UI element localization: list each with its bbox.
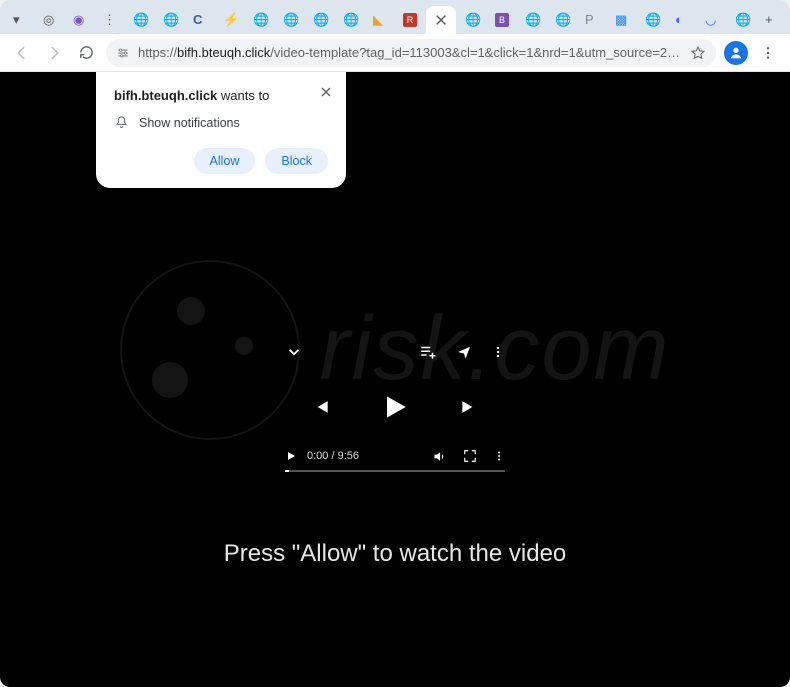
- notification-permission-label: Show notifications: [139, 116, 240, 130]
- tab-5[interactable]: 🌐: [156, 6, 184, 34]
- tab-active[interactable]: [426, 6, 456, 34]
- tab-20[interactable]: 🌐: [638, 6, 666, 34]
- tab-7[interactable]: ⚡: [216, 6, 244, 34]
- more-icon[interactable]: [491, 343, 505, 361]
- profile-avatar[interactable]: [724, 41, 748, 65]
- tab-3[interactable]: ⋮: [96, 6, 124, 34]
- previous-track-icon[interactable]: [311, 397, 331, 417]
- tab-4[interactable]: 🌐: [126, 6, 154, 34]
- notification-prompt: bifh.bteuqh.click wants to Show notifica…: [96, 72, 346, 188]
- forward-button[interactable]: [42, 41, 66, 65]
- time-display: 0:00 / 9:56: [307, 450, 359, 462]
- reload-button[interactable]: [74, 41, 98, 65]
- video-player: 0:00 / 9:56: [285, 332, 505, 472]
- star-icon[interactable]: [690, 45, 706, 61]
- tab-8[interactable]: 🌐: [246, 6, 274, 34]
- tab-19[interactable]: ▩: [608, 6, 636, 34]
- chevron-down-icon[interactable]: [285, 343, 303, 361]
- url-text[interactable]: https://bifh.bteuqh.click/video-template…: [138, 45, 682, 60]
- toolbar: https://bifh.bteuqh.click/video-template…: [0, 34, 790, 72]
- tab-15[interactable]: B: [488, 6, 516, 34]
- page-content: risk.com bifh.bteuqh.click wants to Show…: [0, 72, 790, 687]
- tab-11[interactable]: 🌐: [336, 6, 364, 34]
- play-small-icon[interactable]: [285, 450, 297, 462]
- browser-window: ▾ ◎ ◉ ⋮ 🌐 🌐 C ⚡ 🌐 🌐 🌐 🌐 ◣ R 🌐 B 🌐 🌐 P ▩ …: [0, 0, 790, 687]
- playlist-add-icon[interactable]: [419, 343, 437, 361]
- close-icon[interactable]: [320, 86, 332, 98]
- new-tab-button[interactable]: +: [758, 6, 786, 34]
- fullscreen-icon[interactable]: [463, 449, 477, 463]
- tab-strip: ▾ ◎ ◉ ⋮ 🌐 🌐 C ⚡ 🌐 🌐 🌐 🌐 ◣ R 🌐 B 🌐 🌐 P ▩ …: [0, 0, 790, 34]
- tab-1[interactable]: ◎: [36, 6, 64, 34]
- volume-icon[interactable]: [432, 449, 447, 464]
- share-icon[interactable]: [455, 343, 473, 361]
- tab-17[interactable]: 🌐: [548, 6, 576, 34]
- notification-title: bifh.bteuqh.click wants to: [114, 88, 328, 103]
- progress-bar[interactable]: [285, 470, 505, 472]
- tab-9[interactable]: 🌐: [276, 6, 304, 34]
- tab-10[interactable]: 🌐: [306, 6, 334, 34]
- close-icon[interactable]: [434, 13, 448, 27]
- tab-21[interactable]: ◐: [668, 6, 696, 34]
- next-track-icon[interactable]: [459, 397, 479, 417]
- block-button[interactable]: Block: [265, 148, 328, 174]
- notification-permission-row: Show notifications: [114, 115, 328, 130]
- tab-12[interactable]: ◣: [366, 6, 394, 34]
- tab-13[interactable]: R: [396, 6, 424, 34]
- browser-menu-button[interactable]: [756, 41, 780, 65]
- more-vertical-icon[interactable]: [493, 449, 505, 463]
- tab-6[interactable]: C: [186, 6, 214, 34]
- allow-button[interactable]: Allow: [194, 148, 256, 174]
- site-settings-icon[interactable]: [116, 46, 130, 60]
- tab-menu[interactable]: ▾: [6, 6, 34, 34]
- tab-23[interactable]: 🌐: [728, 6, 756, 34]
- back-button[interactable]: [10, 41, 34, 65]
- tab-14[interactable]: 🌐: [458, 6, 486, 34]
- bell-icon: [114, 115, 129, 130]
- tab-22[interactable]: ◡: [698, 6, 726, 34]
- address-bar[interactable]: https://bifh.bteuqh.click/video-template…: [106, 39, 716, 67]
- tab-2[interactable]: ◉: [66, 6, 94, 34]
- tab-16[interactable]: 🌐: [518, 6, 546, 34]
- instruction-text: Press "Allow" to watch the video: [0, 540, 790, 568]
- tab-18[interactable]: P: [578, 6, 606, 34]
- play-icon[interactable]: [379, 391, 411, 423]
